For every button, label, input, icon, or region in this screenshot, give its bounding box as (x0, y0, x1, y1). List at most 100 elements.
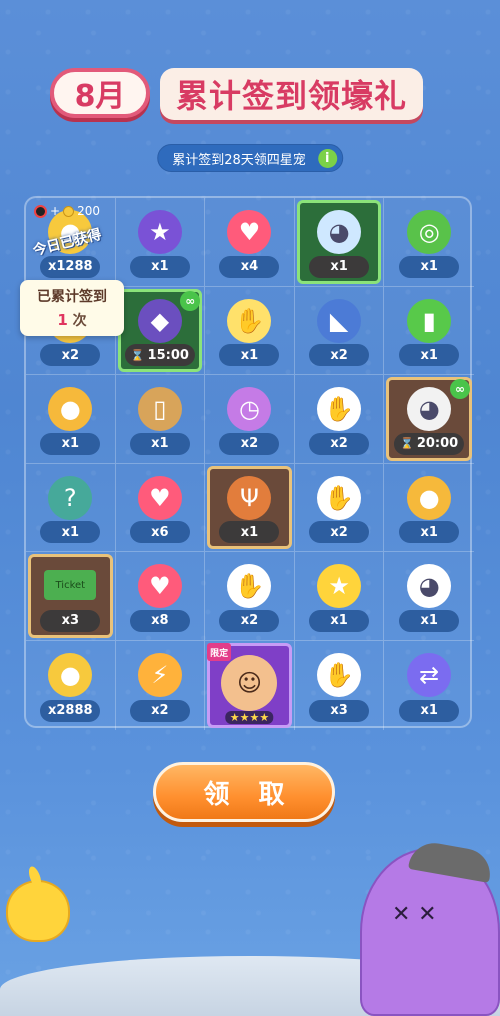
plus-icon: + (50, 204, 61, 218)
reward-cell-clock[interactable]: ◷ x2 (205, 375, 295, 464)
quantity-text: x1 (240, 347, 259, 363)
quantity-text: x1 (330, 613, 348, 629)
quantity-label: x2 (219, 609, 280, 632)
ghost-pet-icon: ◕ (317, 210, 362, 254)
glove-x3-icon: ✋ (317, 387, 362, 432)
quantity-text: x1288 (48, 259, 93, 275)
green-bat-icon: ▮ (407, 298, 452, 343)
glove-x3-icon: ✋ (317, 475, 362, 520)
reindeer-icon: Ψ (227, 475, 272, 520)
reward-cell-frog-goggles[interactable]: ◎ x1 (384, 198, 474, 287)
quantity-label: x1 (129, 255, 190, 278)
month-badge: 8月 (50, 68, 150, 118)
reward-cell-mystery-bag[interactable]: ? x1 (26, 463, 116, 553)
quantity-text: 15:00 (147, 347, 189, 363)
heart-icon: ♥ (137, 564, 182, 609)
reward-cell-bunny-pet[interactable]: ◕ ∞ ⌛ 20:00 (384, 375, 474, 464)
quantity-text: x2 (61, 347, 80, 363)
reward-cell-shark-cat-pet[interactable]: ◆ ∞ ⌛ 15:00 (115, 286, 206, 376)
shark-cat-pet-icon: ◆ (137, 298, 182, 343)
quantity-label: x3 (309, 699, 370, 722)
quantity-label: x1 (309, 609, 370, 632)
reward-cell-heart[interactable]: ♥ x4 (205, 198, 295, 287)
quantity-text: x3 (330, 703, 348, 719)
quantity-label: x2 (309, 432, 370, 455)
quantity-label: x1 (129, 432, 190, 455)
quantity-label: x1 (40, 521, 101, 544)
reward-cell-glove-x3[interactable]: ✋ x2 (205, 552, 295, 641)
reward-grid: ●x1288★x1♥x4◕x1◎x1●x2◆∞⌛15:00✋x1◣x2▮x1●x… (24, 196, 474, 730)
quantity-text: x8 (151, 613, 169, 629)
egg-icon: ● (407, 475, 452, 520)
claim-button[interactable]: 领 取 (153, 762, 335, 822)
quantity-text: x2888 (48, 703, 93, 719)
quantity-label: x1 (399, 255, 460, 278)
quantity-text: x1 (420, 613, 438, 629)
quantity-text: x2 (330, 436, 348, 452)
reward-cell-green-bat[interactable]: ▮ x1 (384, 287, 474, 376)
reward-cell-heart[interactable]: ♥ x8 (115, 552, 206, 641)
quantity-text: x1 (151, 436, 169, 452)
quantity-text: 20:00 (416, 436, 459, 452)
quantity-text: x1 (420, 347, 438, 363)
quantity-text: x2 (240, 613, 259, 629)
subtitle-text: 累计签到28天领四星宠 (172, 152, 306, 168)
reward-cell-heart[interactable]: ♥ x6 (115, 463, 206, 553)
reward-cell-glove[interactable]: ✋ x1 (205, 286, 295, 376)
reward-cell-egg[interactable]: ● x1 (26, 375, 116, 464)
reward-cell-glove-x3[interactable]: ✋ x2 (294, 375, 385, 464)
coin-icon: ● (48, 653, 93, 697)
quantity-text: x2 (240, 436, 259, 452)
limited-badge: 限定 (207, 643, 232, 661)
lightning-10-icon: ⚡ (137, 653, 182, 697)
reward-cell-reindeer[interactable]: Ψx1 (205, 463, 295, 553)
quantity-label: x1 (219, 521, 280, 544)
infinity-icon: ∞ (180, 290, 201, 311)
quantity-text: x1 (420, 524, 438, 540)
quantity-label: x3 (40, 609, 101, 632)
quantity-label: x2888 (40, 699, 101, 722)
quantity-label: x1 (399, 699, 460, 722)
reward-cell-coin[interactable]: ● x2888 (26, 641, 116, 730)
quantity-text: x4 (240, 259, 259, 275)
quantity-label: x2 (219, 432, 280, 455)
reward-cell-star-lock[interactable]: ★ x1 (115, 198, 206, 287)
reward-cell-white-bunny[interactable]: ◕ x1 (384, 552, 474, 641)
quantity-label: x1 (399, 521, 460, 544)
star-icon: ★ (317, 564, 362, 609)
reward-cell-bucket[interactable]: ▯ x1 (115, 375, 206, 464)
bunny-pet-icon: ◕ (407, 387, 452, 432)
star-lock-icon: ★ (137, 210, 182, 254)
quantity-text: x2 (330, 347, 348, 363)
egg-icon: ● (48, 387, 93, 432)
quantity-text: x1 (420, 703, 438, 719)
reward-cell-star[interactable]: ★ x1 (294, 552, 385, 641)
reward-cell-ticket[interactable]: Ticket x3 (26, 552, 116, 641)
signed-label: 已累计签到 (37, 289, 107, 305)
quantity-label: x1 (219, 344, 280, 367)
glove-x3-icon: ✋ (317, 653, 362, 697)
quantity-label: x2 (40, 344, 101, 367)
reward-cell-egg[interactable]: ● x1 (384, 464, 474, 553)
reward-cell-lightning-10[interactable]: ⚡ x2 (116, 641, 206, 730)
reward-cell-shark[interactable]: ◣ x2 (294, 286, 385, 376)
info-icon[interactable]: i (317, 149, 337, 168)
event-subtitle: 累计签到28天领四星宠 i (157, 144, 343, 172)
quantity-label: x6 (129, 521, 190, 544)
quantity-text: x1 (420, 259, 438, 275)
quantity-text: x1 (240, 524, 259, 540)
quantity-label: x1 (399, 609, 460, 632)
glove-x3-icon: ✋ (227, 564, 272, 609)
reward-cell-character-limited[interactable]: ☺ 限定 ★★★★ (205, 641, 295, 730)
reward-cell-swap-arrows[interactable]: ⇄ x1 (384, 641, 474, 730)
reward-cell-glove-x3[interactable]: ✋ x3 (295, 641, 385, 730)
quantity-label: x8 (129, 609, 190, 632)
quantity-text: x1 (61, 436, 80, 452)
reward-cell-ghost-pet[interactable]: ◕ x1 (294, 198, 385, 287)
quantity-text: x2 (330, 524, 348, 540)
star-rating: ★★★★ (225, 710, 274, 724)
quantity-label: x1 (399, 344, 460, 367)
reward-cell-glove-x3[interactable]: ✋ x2 (294, 463, 385, 553)
quantity-text: x1 (330, 259, 348, 275)
timer-label: ⌛ 15:00 (124, 344, 195, 367)
